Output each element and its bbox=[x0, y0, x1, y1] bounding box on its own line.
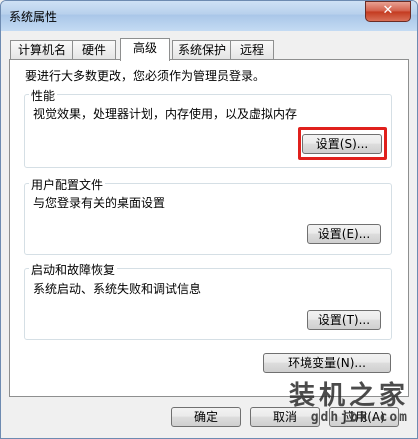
performance-description: 视觉效果，处理器计划，内存使用，以及虚拟内存 bbox=[33, 107, 298, 121]
tab-advanced[interactable]: 高级 bbox=[120, 38, 170, 61]
tab-computer-name[interactable]: 计算机名 bbox=[10, 40, 74, 60]
tab-remote[interactable]: 远程 bbox=[230, 40, 274, 60]
user-profiles-settings-button[interactable]: 设置(E)... bbox=[307, 224, 381, 244]
admin-note: 要进行大多数更改，您必须作为管理员登录。 bbox=[25, 69, 266, 83]
watermark-cn: 装机之家 bbox=[288, 381, 409, 411]
user-profiles-group-title: 用户配置文件 bbox=[29, 176, 106, 193]
system-properties-window: 系统属性 ✕ 计算机名 硬件 高级 系统保护 远程 要进行大多数更改，您必须作为… bbox=[0, 0, 418, 439]
startup-recovery-group-title: 启动和故障恢复 bbox=[29, 261, 118, 278]
performance-group-title: 性能 bbox=[29, 87, 58, 104]
tab-system-protection[interactable]: 系统保护 bbox=[172, 40, 232, 60]
environment-variables-button[interactable]: 环境变量(N)... bbox=[263, 353, 391, 373]
tab-hardware[interactable]: 硬件 bbox=[72, 40, 116, 60]
startup-recovery-description: 系统启动、系统失败和调试信息 bbox=[33, 282, 202, 296]
startup-recovery-settings-button[interactable]: 设置(T)... bbox=[307, 310, 381, 330]
close-button[interactable]: ✕ bbox=[365, 1, 411, 22]
title-bar[interactable]: 系统属性 ✕ bbox=[1, 1, 417, 31]
highlight-box bbox=[298, 127, 387, 160]
ok-button[interactable]: 确定 bbox=[171, 407, 241, 427]
watermark-en: gdhjbk.com bbox=[310, 410, 409, 425]
user-profiles-description: 与您登录有关的桌面设置 bbox=[33, 196, 166, 210]
close-icon: ✕ bbox=[382, 3, 394, 18]
watermark: 装机之家 gdhjbk.com bbox=[289, 383, 409, 424]
window-title: 系统属性 bbox=[9, 10, 58, 24]
